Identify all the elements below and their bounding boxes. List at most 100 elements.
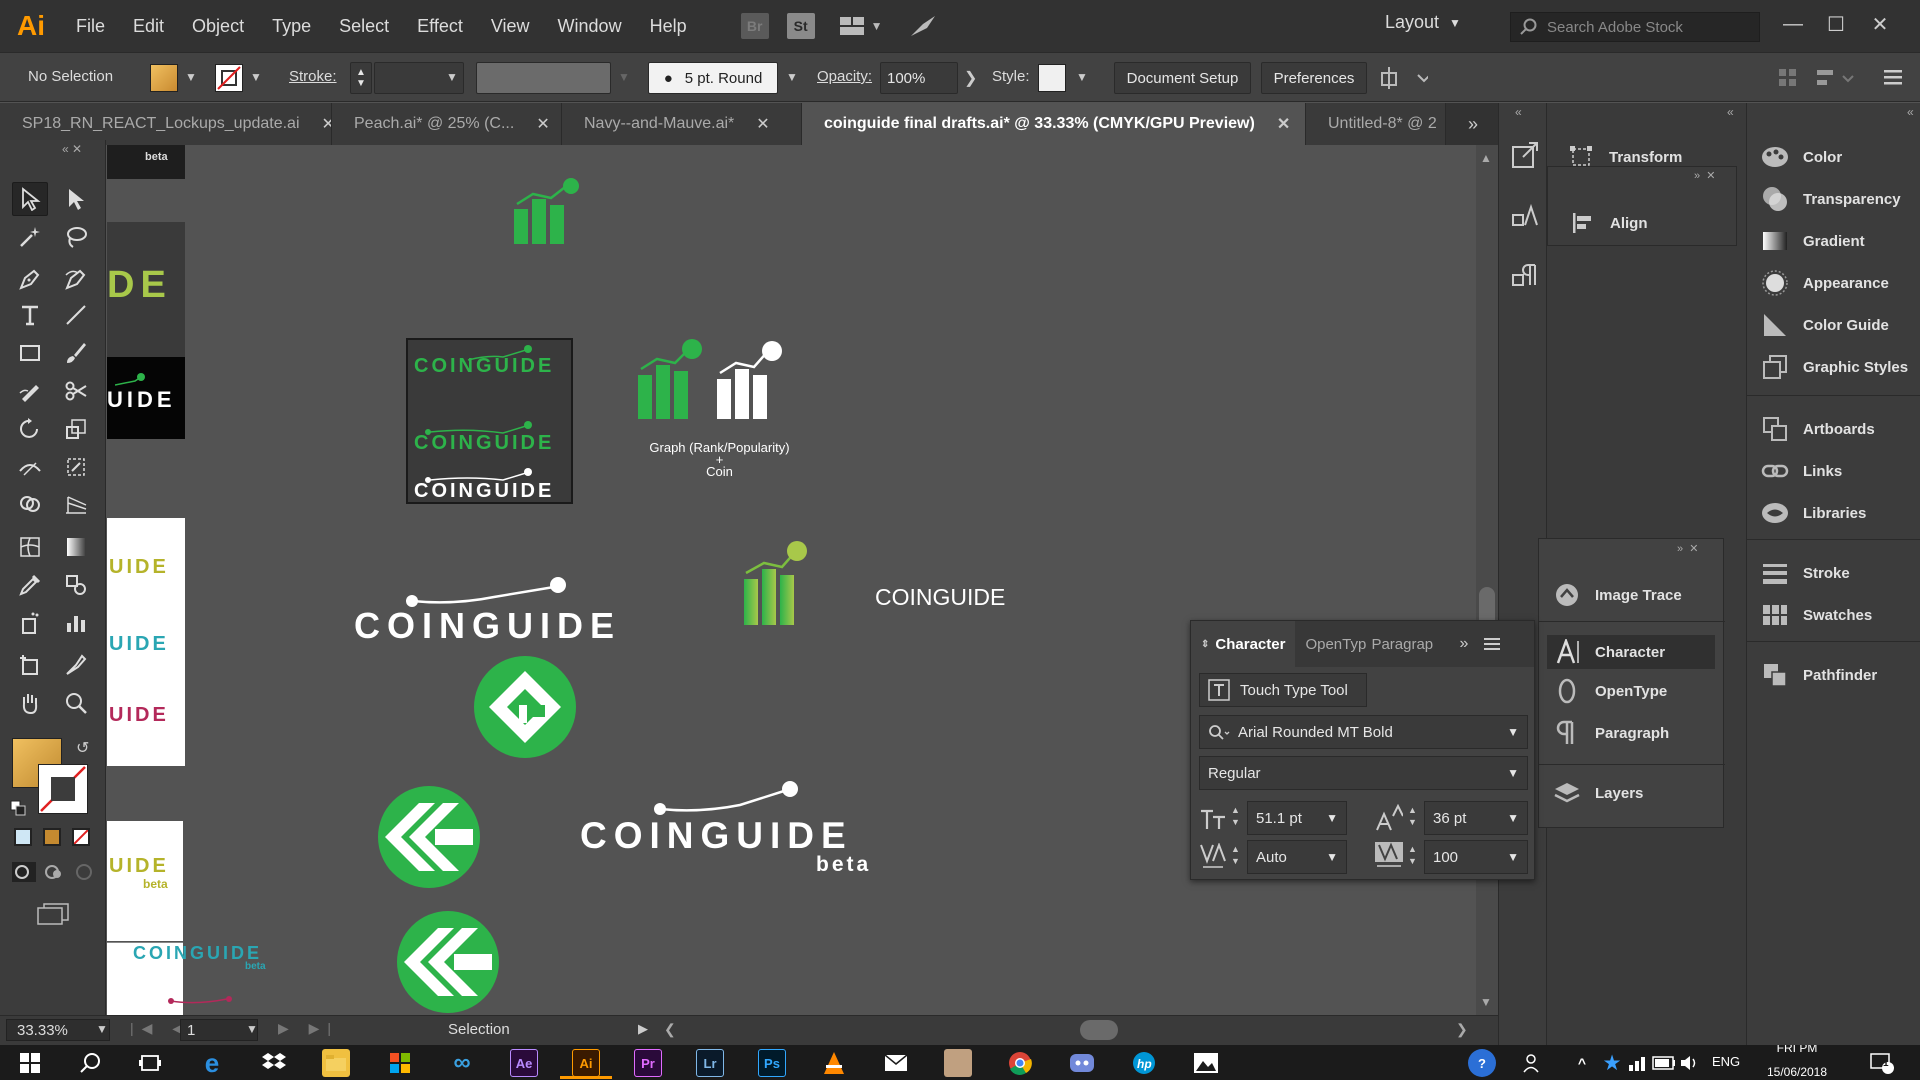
- tab-overflow-icon[interactable]: »: [1449, 635, 1478, 653]
- collapse-icon[interactable]: « ✕: [62, 142, 82, 156]
- gradient-mode-icon[interactable]: [43, 828, 61, 846]
- panel-artboards[interactable]: Artboards: [1761, 415, 1875, 443]
- language-indicator[interactable]: ENG: [1712, 1054, 1740, 1069]
- search-icon[interactable]: [76, 1049, 104, 1077]
- chevron-down-icon[interactable]: ▼: [185, 70, 197, 84]
- touch-type-button[interactable]: Touch Type Tool: [1199, 673, 1367, 707]
- people-icon[interactable]: [1520, 1049, 1548, 1077]
- swap-colors-icon[interactable]: ↺: [76, 738, 89, 758]
- paragraph-style-icon[interactable]: [1511, 263, 1539, 291]
- tab-document-1[interactable]: SP18_RN_REACT_Lockups_update.ai✕: [0, 103, 332, 145]
- pen-tool-icon[interactable]: [12, 262, 48, 296]
- chevron-down-icon[interactable]: ▼: [1076, 70, 1088, 84]
- preferences-button[interactable]: Preferences: [1261, 62, 1367, 94]
- photoshop-icon[interactable]: Ps: [758, 1049, 786, 1077]
- stock-search[interactable]: Search Adobe Stock: [1510, 12, 1760, 42]
- coinguide-logo-white[interactable]: COINGUIDE: [354, 565, 654, 646]
- perspective-grid-tool-icon[interactable]: [58, 488, 94, 522]
- opacity-label[interactable]: Opacity:: [817, 68, 872, 85]
- arrange-documents-icon[interactable]: ▼: [839, 16, 883, 36]
- mail-icon[interactable]: [882, 1049, 910, 1077]
- type-tool-icon[interactable]: [12, 298, 48, 332]
- status-menu-icon[interactable]: ▶: [638, 1021, 648, 1037]
- panel-libraries[interactable]: Libraries: [1761, 499, 1866, 527]
- tab-document-3[interactable]: Navy--and-Mauve.ai* ✕: [562, 103, 802, 145]
- kerning-input[interactable]: Auto ▼: [1247, 840, 1347, 874]
- draw-normal-icon[interactable]: [12, 862, 36, 882]
- brush-definition[interactable]: ● 5 pt. Round: [648, 62, 778, 94]
- panel-color[interactable]: Color: [1761, 143, 1842, 171]
- panel-links[interactable]: Links: [1761, 457, 1842, 485]
- stroke-swatch[interactable]: [215, 64, 243, 92]
- panel-menu-icon[interactable]: [1882, 66, 1904, 88]
- close-icon[interactable]: ✕: [322, 114, 332, 134]
- color-mode-icon[interactable]: [14, 828, 32, 846]
- collapse-icon[interactable]: «: [1727, 105, 1734, 119]
- blend-tool-icon[interactable]: [58, 568, 94, 602]
- panel-swatches[interactable]: Swatches: [1761, 601, 1872, 629]
- coin-diamond-icon[interactable]: [473, 655, 577, 759]
- collapse-icon[interactable]: » ✕: [1694, 169, 1715, 182]
- font-size-stepper[interactable]: ▲ ▼: [1231, 804, 1240, 828]
- battery-icon[interactable]: [1650, 1049, 1678, 1077]
- collapse-icon[interactable]: «: [1515, 105, 1522, 119]
- curvature-tool-icon[interactable]: [58, 262, 94, 296]
- shaper-tool-icon[interactable]: [12, 374, 48, 408]
- draw-inside-icon[interactable]: [72, 862, 96, 882]
- paintbrush-tool-icon[interactable]: [58, 336, 94, 370]
- premiere-icon[interactable]: Pr: [634, 1049, 662, 1077]
- panel-pathfinder[interactable]: Pathfinder: [1761, 661, 1877, 689]
- start-icon[interactable]: [16, 1049, 44, 1077]
- slice-tool-icon[interactable]: [58, 648, 94, 682]
- chevron-down-icon[interactable]: ▼: [96, 1022, 108, 1036]
- task-view-icon[interactable]: [136, 1049, 164, 1077]
- panel-character[interactable]: Character: [1547, 635, 1715, 669]
- tab-document-5[interactable]: Untitled-8* @ 2: [1306, 103, 1446, 145]
- help-icon[interactable]: ?: [1468, 1049, 1496, 1077]
- search-input[interactable]: Search Adobe Stock: [1547, 19, 1683, 36]
- font-style-select[interactable]: Regular ▼: [1199, 756, 1528, 790]
- graph-icon-green[interactable]: [511, 176, 581, 248]
- panel-paragraph[interactable]: Paragraph: [1553, 719, 1669, 747]
- variable-width-profile[interactable]: [476, 62, 611, 94]
- lightroom-icon[interactable]: Lr: [696, 1049, 724, 1077]
- panel-opentype[interactable]: OpenType: [1553, 677, 1667, 705]
- coinguide-plain-text[interactable]: COINGUIDE: [875, 584, 1005, 611]
- tab-paragraph[interactable]: Paragrap: [1367, 636, 1449, 653]
- dropbox-icon[interactable]: [260, 1049, 288, 1077]
- style-swatch[interactable]: [1038, 64, 1066, 92]
- fill-swatch[interactable]: [150, 64, 178, 92]
- none-mode-icon[interactable]: [72, 828, 90, 846]
- network-icon[interactable]: [1624, 1049, 1652, 1077]
- bridge-button[interactable]: Br: [740, 13, 769, 39]
- free-transform-tool-icon[interactable]: [58, 450, 94, 484]
- menu-edit[interactable]: Edit: [119, 0, 178, 52]
- menu-effect[interactable]: Effect: [403, 0, 477, 52]
- gradient-tool-icon[interactable]: [58, 530, 94, 564]
- stroke-color-swatch[interactable]: [38, 764, 88, 814]
- eyedropper-tool-icon[interactable]: [12, 568, 48, 602]
- bluetooth-icon[interactable]: ✭: [1598, 1049, 1626, 1077]
- rectangle-tool-icon[interactable]: [12, 336, 48, 370]
- opacity-input[interactable]: 100%: [880, 62, 958, 94]
- chevron-down-icon[interactable]: ▼: [446, 70, 458, 84]
- rotate-tool-icon[interactable]: [12, 412, 48, 446]
- column-graph-tool-icon[interactable]: [58, 606, 94, 640]
- close-window-button[interactable]: ✕: [1862, 6, 1898, 42]
- shape-builder-tool-icon[interactable]: [12, 488, 48, 522]
- photos-icon[interactable]: [1192, 1049, 1220, 1077]
- after-effects-icon[interactable]: Ae: [510, 1049, 538, 1077]
- kerning-stepper[interactable]: ▲ ▼: [1231, 843, 1240, 867]
- width-tool-icon[interactable]: [12, 450, 48, 484]
- panel-graphic-styles[interactable]: Graphic Styles: [1761, 353, 1908, 381]
- document-setup-button[interactable]: Document Setup: [1114, 62, 1251, 94]
- hp-icon[interactable]: hp: [1130, 1049, 1158, 1077]
- minimize-button[interactable]: —: [1775, 6, 1811, 42]
- panel-layers[interactable]: Layers: [1553, 779, 1643, 807]
- zoom-tool-icon[interactable]: [58, 686, 94, 720]
- magic-wand-tool-icon[interactable]: [12, 220, 48, 254]
- draw-behind-icon[interactable]: [42, 862, 66, 882]
- scroll-down-icon[interactable]: ▼: [1480, 995, 1492, 1009]
- export-icon[interactable]: [1511, 141, 1539, 169]
- stock-button[interactable]: St: [786, 13, 815, 39]
